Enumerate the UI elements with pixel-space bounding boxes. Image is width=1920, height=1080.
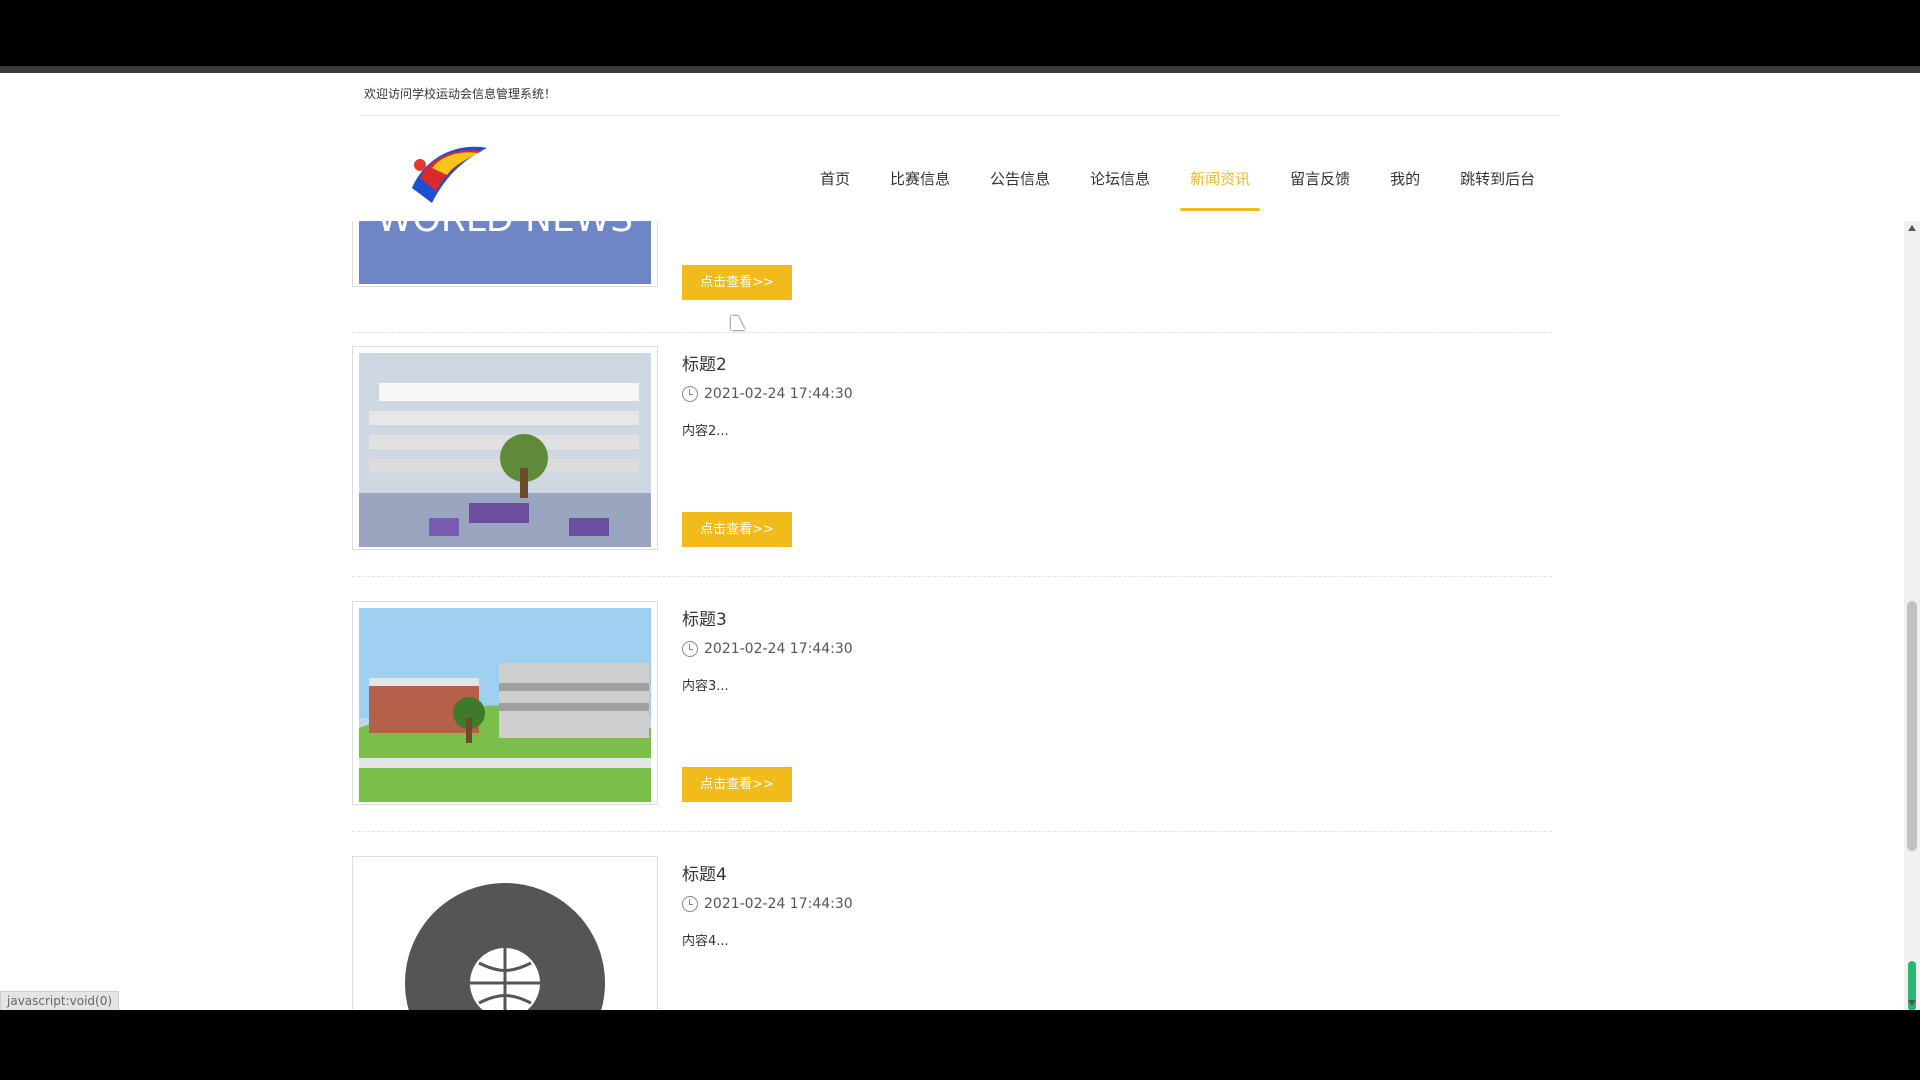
browser-status-text: javascript:void(0)	[0, 991, 120, 1010]
news-title[interactable]: 标题2	[682, 350, 727, 375]
welcome-divider	[360, 115, 1560, 116]
page-scrollbar[interactable]	[1904, 221, 1920, 1010]
news-thumbnail[interactable]: WORLD NEWS	[352, 221, 658, 287]
time-text: 2021-02-24 17:44:30	[704, 641, 853, 657]
view-details-button[interactable]: 点击查看>>	[682, 265, 792, 300]
nav-forum[interactable]: 论坛信息	[1070, 165, 1170, 205]
news-item: 标题4 2021-02-24 17:44:30 内容4...	[352, 856, 1552, 1010]
nav-news[interactable]: 新闻资讯	[1170, 165, 1270, 211]
news-time: 2021-02-24 17:44:30	[682, 386, 853, 402]
nav-mine[interactable]: 我的	[1370, 165, 1440, 205]
nav-competitions[interactable]: 比赛信息	[870, 165, 970, 205]
item-separator	[352, 576, 1552, 577]
view-details-button[interactable]: 点击查看>>	[682, 767, 792, 802]
scroll-down-icon[interactable]	[1908, 1000, 1916, 1006]
view-details-button[interactable]: 点击查看>>	[682, 512, 792, 547]
main-nav: 首页 比赛信息 公告信息 论坛信息 新闻资讯 留言反馈 我的 跳转到后台	[800, 165, 1555, 211]
top-black-bar	[0, 0, 1920, 66]
news-content: 内容4...	[682, 934, 729, 949]
news-item: 标题2 2021-02-24 17:44:30 内容2... 点击查看>>	[352, 346, 1552, 602]
news-content: 内容3...	[682, 679, 729, 694]
news-thumbnail[interactable]	[352, 346, 658, 550]
item-separator	[352, 332, 1552, 333]
nav-announcements[interactable]: 公告信息	[970, 165, 1070, 205]
clock-icon	[682, 896, 698, 912]
news-list: WORLD NEWS 点击查看>>	[352, 221, 1552, 1010]
nav-feedback[interactable]: 留言反馈	[1270, 165, 1370, 205]
scroll-up-icon[interactable]	[1908, 225, 1916, 231]
news-item: WORLD NEWS 点击查看>>	[352, 221, 1552, 333]
clock-icon	[682, 386, 698, 402]
time-text: 2021-02-24 17:44:30	[704, 386, 853, 402]
screen: 欢迎访问学校运动会信息管理系统！ 首页 比赛信息 公告信息 论坛信息 新闻资讯 …	[0, 0, 1920, 1080]
news-time: 2021-02-24 17:44:30	[682, 641, 853, 657]
nav-admin[interactable]: 跳转到后台	[1440, 165, 1555, 205]
scroll-thumb[interactable]	[1907, 601, 1917, 851]
time-text: 2021-02-24 17:44:30	[704, 896, 853, 912]
mouse-cursor-icon	[731, 316, 745, 330]
clock-icon	[682, 641, 698, 657]
world-news-image-text: WORLD NEWS	[359, 221, 651, 240]
news-item: 标题3 2021-02-24 17:44:30 内容3... 点击查看>>	[352, 601, 1552, 857]
news-thumbnail[interactable]	[352, 856, 658, 1010]
welcome-text: 欢迎访问学校运动会信息管理系统！	[364, 87, 557, 101]
bottom-black-bar	[0, 1010, 1920, 1080]
item-separator	[352, 831, 1552, 832]
sports-logo-icon[interactable]	[402, 133, 492, 207]
news-thumbnail[interactable]	[352, 601, 658, 805]
news-content: 内容2...	[682, 424, 729, 439]
news-title[interactable]: 标题4	[682, 860, 727, 885]
nav-home[interactable]: 首页	[800, 165, 870, 205]
top-edge	[0, 66, 1920, 73]
news-time: 2021-02-24 17:44:30	[682, 896, 853, 912]
news-title[interactable]: 标题3	[682, 605, 727, 630]
browser-viewport: 欢迎访问学校运动会信息管理系统！ 首页 比赛信息 公告信息 论坛信息 新闻资讯 …	[0, 73, 1920, 1010]
